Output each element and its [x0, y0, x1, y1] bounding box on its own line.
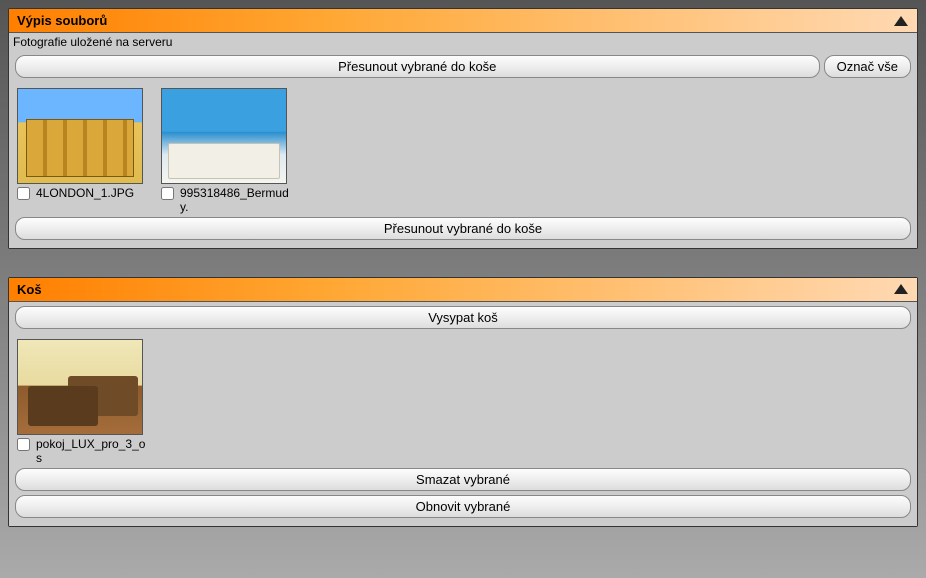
trash-caption[interactable]: pokoj_LUX_pro_3_os	[17, 437, 149, 466]
file-thumbnail[interactable]	[161, 88, 287, 184]
file-checkbox[interactable]	[17, 187, 30, 200]
file-caption[interactable]: 4LONDON_1.JPG	[17, 186, 149, 200]
file-item: 995318486_Bermudy.	[161, 88, 293, 215]
files-panel-body: Přesunout vybrané do koše Označ vše 4LON…	[9, 51, 917, 248]
trash-thumb-list: pokoj_LUX_pro_3_os	[15, 333, 911, 468]
trash-panel-header: Koš	[9, 278, 917, 302]
file-checkbox[interactable]	[161, 187, 174, 200]
trash-bottom-toolbar: Smazat vybrané Obnovit vybrané	[15, 468, 911, 518]
trash-panel-body: Vysypat koš pokoj_LUX_pro_3_os Smazat vy…	[9, 302, 917, 526]
files-thumb-list: 4LONDON_1.JPG 995318486_Bermudy.	[15, 82, 911, 217]
trash-name-label: pokoj_LUX_pro_3_os	[36, 437, 148, 466]
trash-panel: Koš Vysypat koš pokoj_LUX_pro_3_os Smaza…	[8, 277, 918, 527]
files-bottom-toolbar: Přesunout vybrané do koše	[15, 217, 911, 240]
collapse-icon[interactable]	[893, 15, 909, 27]
select-all-button[interactable]: Označ vše	[824, 55, 911, 78]
files-panel: Výpis souborů Fotografie uložené na serv…	[8, 8, 918, 249]
collapse-icon[interactable]	[893, 283, 909, 295]
move-to-trash-button-top[interactable]: Přesunout vybrané do koše	[15, 55, 820, 78]
empty-trash-button[interactable]: Vysypat koš	[15, 306, 911, 329]
delete-selected-button[interactable]: Smazat vybrané	[15, 468, 911, 491]
trash-top-toolbar: Vysypat koš	[15, 306, 911, 329]
trash-checkbox[interactable]	[17, 438, 30, 451]
trash-thumbnail[interactable]	[17, 339, 143, 435]
trash-item: pokoj_LUX_pro_3_os	[17, 339, 149, 466]
move-to-trash-button-bottom[interactable]: Přesunout vybrané do koše	[15, 217, 911, 240]
files-panel-subtitle: Fotografie uložené na serveru	[9, 33, 917, 51]
file-thumbnail[interactable]	[17, 88, 143, 184]
trash-panel-title: Koš	[17, 282, 42, 297]
files-panel-title: Výpis souborů	[17, 13, 107, 28]
file-item: 4LONDON_1.JPG	[17, 88, 149, 215]
file-caption[interactable]: 995318486_Bermudy.	[161, 186, 293, 215]
files-panel-header: Výpis souborů	[9, 9, 917, 33]
files-top-toolbar: Přesunout vybrané do koše Označ vše	[15, 55, 911, 78]
file-name-label: 995318486_Bermudy.	[180, 186, 292, 215]
file-name-label: 4LONDON_1.JPG	[36, 186, 134, 200]
restore-selected-button[interactable]: Obnovit vybrané	[15, 495, 911, 518]
